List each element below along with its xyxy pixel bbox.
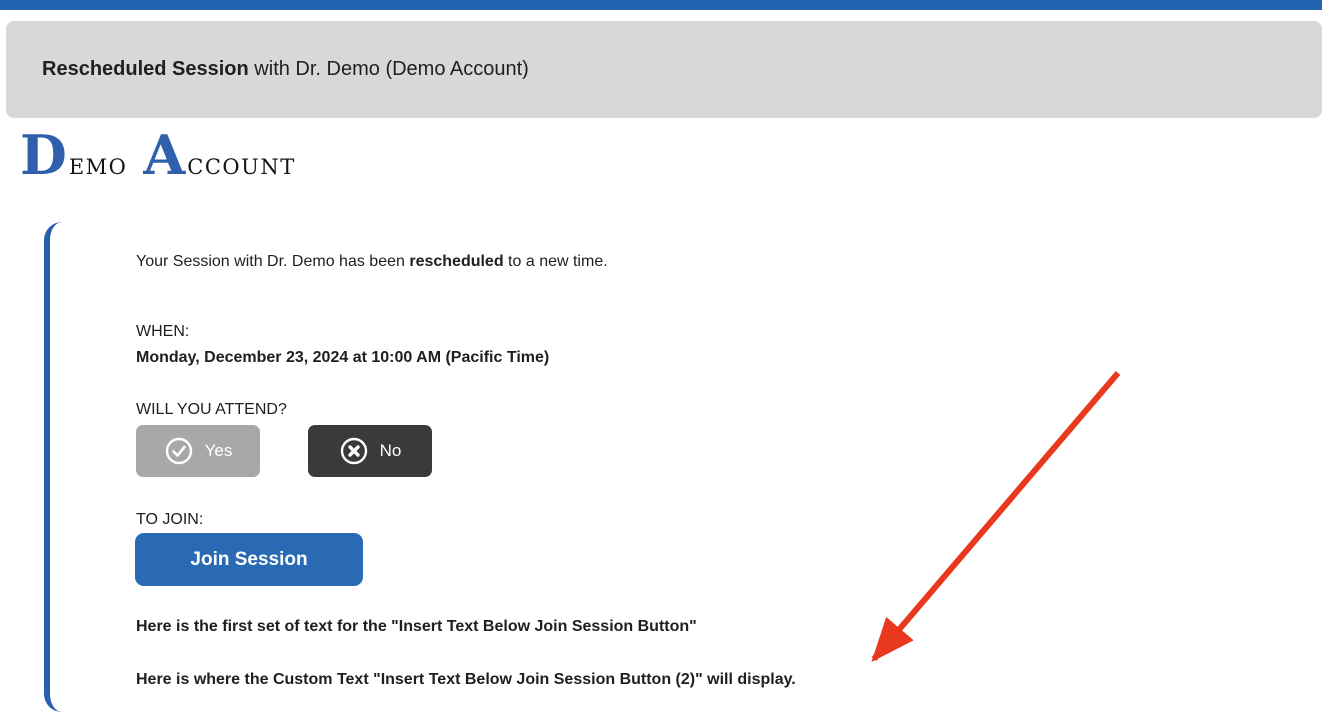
- custom-text-below-join-2: Here is where the Custom Text "Insert Te…: [136, 670, 796, 690]
- subject-title-rest: with Dr. Demo (Demo Account): [249, 58, 529, 80]
- intro-suffix: to a new time.: [504, 253, 608, 270]
- yes-button-label: Yes: [205, 441, 233, 461]
- join-session-button[interactable]: Join Session: [135, 533, 363, 586]
- blockquote-border: [44, 222, 62, 712]
- logo-initial-a: A: [143, 128, 185, 182]
- intro-text: Your Session with Dr. Demo has been resc…: [136, 252, 608, 272]
- attend-label: WILL YOU ATTEND?: [136, 400, 287, 420]
- top-accent-bar: [0, 0, 1322, 10]
- when-value: Monday, December 23, 2024 at 10:00 AM (P…: [136, 348, 549, 368]
- custom-text-below-join-1: Here is the first set of text for the "I…: [136, 617, 697, 637]
- red-arrow-line: [874, 373, 1118, 659]
- intro-bold: rescheduled: [409, 253, 503, 270]
- demo-account-logo: D EMO A CCOUNT: [20, 128, 296, 182]
- email-preview-page: Rescheduled Session with Dr. Demo (Demo …: [0, 0, 1326, 715]
- subject-title-bold: Rescheduled Session: [42, 58, 249, 80]
- email-subject-title: Rescheduled Session with Dr. Demo (Demo …: [42, 58, 529, 81]
- x-circle-icon: [339, 436, 369, 466]
- logo-initial-d: D: [20, 128, 67, 182]
- no-button-label: No: [380, 441, 402, 461]
- logo-word1-rest: EMO: [69, 155, 128, 179]
- check-circle-icon: [164, 436, 194, 466]
- email-subject-banner: Rescheduled Session with Dr. Demo (Demo …: [6, 21, 1322, 118]
- no-button[interactable]: No: [308, 425, 432, 477]
- intro-prefix: Your Session with Dr. Demo has been: [136, 253, 409, 270]
- yes-button[interactable]: Yes: [136, 425, 260, 477]
- tojoin-label: TO JOIN:: [136, 510, 203, 530]
- when-label: WHEN:: [136, 322, 189, 342]
- logo-word2-rest: CCOUNT: [187, 155, 295, 179]
